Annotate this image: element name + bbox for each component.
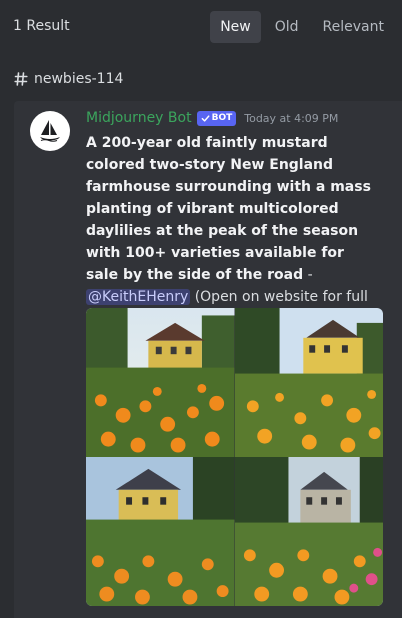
sort-tab-new[interactable]: New: [210, 11, 261, 43]
message-content: A 200-year old faintly mustard colored t…: [86, 132, 376, 330]
prompt-text: A 200-year old faintly mustard colored t…: [86, 135, 371, 283]
search-result-message[interactable]: Midjourney Bot BOT Today at 4:09 PM A 20…: [14, 101, 402, 618]
generated-image-4: [234, 457, 383, 606]
channel-name: newbies-114: [34, 71, 124, 87]
sailboat-logo-icon: [40, 120, 60, 142]
sort-tabs: New Old Relevant: [210, 11, 394, 43]
avatar[interactable]: [30, 111, 70, 151]
author-name[interactable]: Midjourney Bot: [86, 110, 192, 126]
message-header: Midjourney Bot BOT Today at 4:09 PM: [86, 110, 338, 126]
generated-image-1: [86, 308, 235, 457]
bot-tag-label: BOT: [211, 113, 233, 123]
prompt-separator: -: [303, 267, 313, 283]
checkmark-icon: [201, 114, 210, 122]
user-mention[interactable]: @KeithEHenry: [86, 289, 191, 305]
sort-tab-old[interactable]: Old: [265, 11, 309, 43]
channel-label[interactable]: newbies-114: [14, 71, 123, 87]
generated-image-grid[interactable]: [86, 308, 383, 606]
hash-icon: [14, 72, 28, 86]
generated-image-3: [86, 457, 235, 606]
timestamp: Today at 4:09 PM: [244, 111, 339, 125]
generated-image-2: [234, 308, 383, 457]
result-count: 1 Result: [13, 18, 70, 34]
bot-tag: BOT: [196, 110, 237, 126]
search-results-header: 1 Result New Old Relevant: [0, 0, 402, 54]
sort-tab-relevant[interactable]: Relevant: [313, 11, 394, 43]
